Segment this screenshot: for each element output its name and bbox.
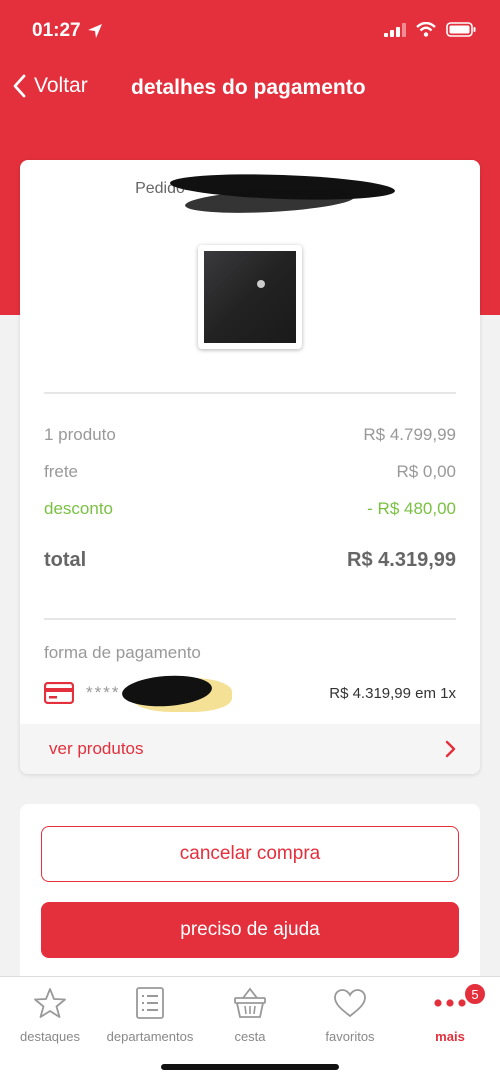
wifi-icon xyxy=(416,22,436,37)
tab-label: departamentos xyxy=(106,1029,194,1044)
notification-badge: 5 xyxy=(464,983,486,1005)
tab-label: mais xyxy=(435,1029,465,1044)
signal-icon xyxy=(384,22,406,37)
back-label: Voltar xyxy=(34,74,88,97)
products-value: R$ 4.799,99 xyxy=(363,425,456,444)
status-icons xyxy=(384,22,476,37)
divider xyxy=(44,618,456,620)
payment-method-row: **** R$ 4.319,99 em 1x xyxy=(44,672,456,712)
location-arrow-icon xyxy=(87,24,102,38)
tab-favoritos[interactable]: favoritos xyxy=(300,985,400,1044)
card-info: **** xyxy=(44,672,232,712)
status-bar: 01:27 xyxy=(0,0,500,62)
status-time: 01:27 xyxy=(32,20,103,42)
total-row: total R$ 4.319,99 xyxy=(44,549,456,572)
card-number-masked: **** xyxy=(86,683,121,702)
product-image xyxy=(204,251,296,343)
back-button[interactable]: Voltar xyxy=(12,74,88,98)
shipping-value: R$ 0,00 xyxy=(396,462,456,481)
shipping-row: frete R$ 0,00 xyxy=(44,462,456,482)
tab-destaques[interactable]: destaques xyxy=(0,985,100,1044)
actions-panel: cancelar compra preciso de ajuda xyxy=(20,804,480,979)
xbox-logo-icon xyxy=(257,280,265,288)
discount-row: desconto - R$ 480,00 xyxy=(44,499,456,519)
tab-cesta[interactable]: cesta xyxy=(200,985,300,1044)
tab-label: favoritos xyxy=(325,1029,375,1044)
navigation-bar: Voltar detalhes do pagamento xyxy=(0,62,500,118)
battery-icon xyxy=(446,22,476,37)
view-products-label: ver produtos xyxy=(49,739,144,758)
more-icon xyxy=(434,999,466,1007)
total-label: total xyxy=(44,549,87,571)
chevron-right-icon xyxy=(445,740,456,758)
order-details-card: Pedido 1 produto R$ 4.799,99 frete R$ 0,… xyxy=(20,160,480,774)
discount-label: desconto xyxy=(44,499,113,518)
view-products-button[interactable]: ver produtos xyxy=(20,724,480,774)
page-title: detalhes do pagamento xyxy=(131,76,366,99)
list-icon xyxy=(136,987,164,1019)
basket-icon xyxy=(234,987,266,1018)
home-indicator[interactable] xyxy=(161,1064,339,1070)
credit-card-icon xyxy=(44,682,74,704)
tab-departamentos[interactable]: departamentos xyxy=(100,985,200,1044)
chevron-left-icon xyxy=(13,74,26,98)
payment-method-label: forma de pagamento xyxy=(44,643,201,662)
products-row: 1 produto R$ 4.799,99 xyxy=(44,425,456,445)
payment-amount: R$ 4.319,99 em 1x xyxy=(329,684,456,702)
help-button[interactable]: preciso de ajuda xyxy=(41,902,459,958)
tab-label: cesta xyxy=(234,1029,266,1044)
tab-label: destaques xyxy=(20,1029,80,1044)
total-value: R$ 4.319,99 xyxy=(347,549,456,571)
tab-mais[interactable]: 5 mais xyxy=(400,983,500,1044)
cancel-order-button[interactable]: cancelar compra xyxy=(41,826,459,882)
divider xyxy=(44,392,456,394)
products-label: 1 produto xyxy=(44,425,116,444)
star-icon xyxy=(34,988,66,1018)
shipping-label: frete xyxy=(44,462,79,481)
clock: 01:27 xyxy=(32,20,81,41)
product-thumbnail[interactable] xyxy=(198,245,302,349)
discount-value: - R$ 480,00 xyxy=(367,499,456,518)
heart-icon xyxy=(334,989,366,1018)
